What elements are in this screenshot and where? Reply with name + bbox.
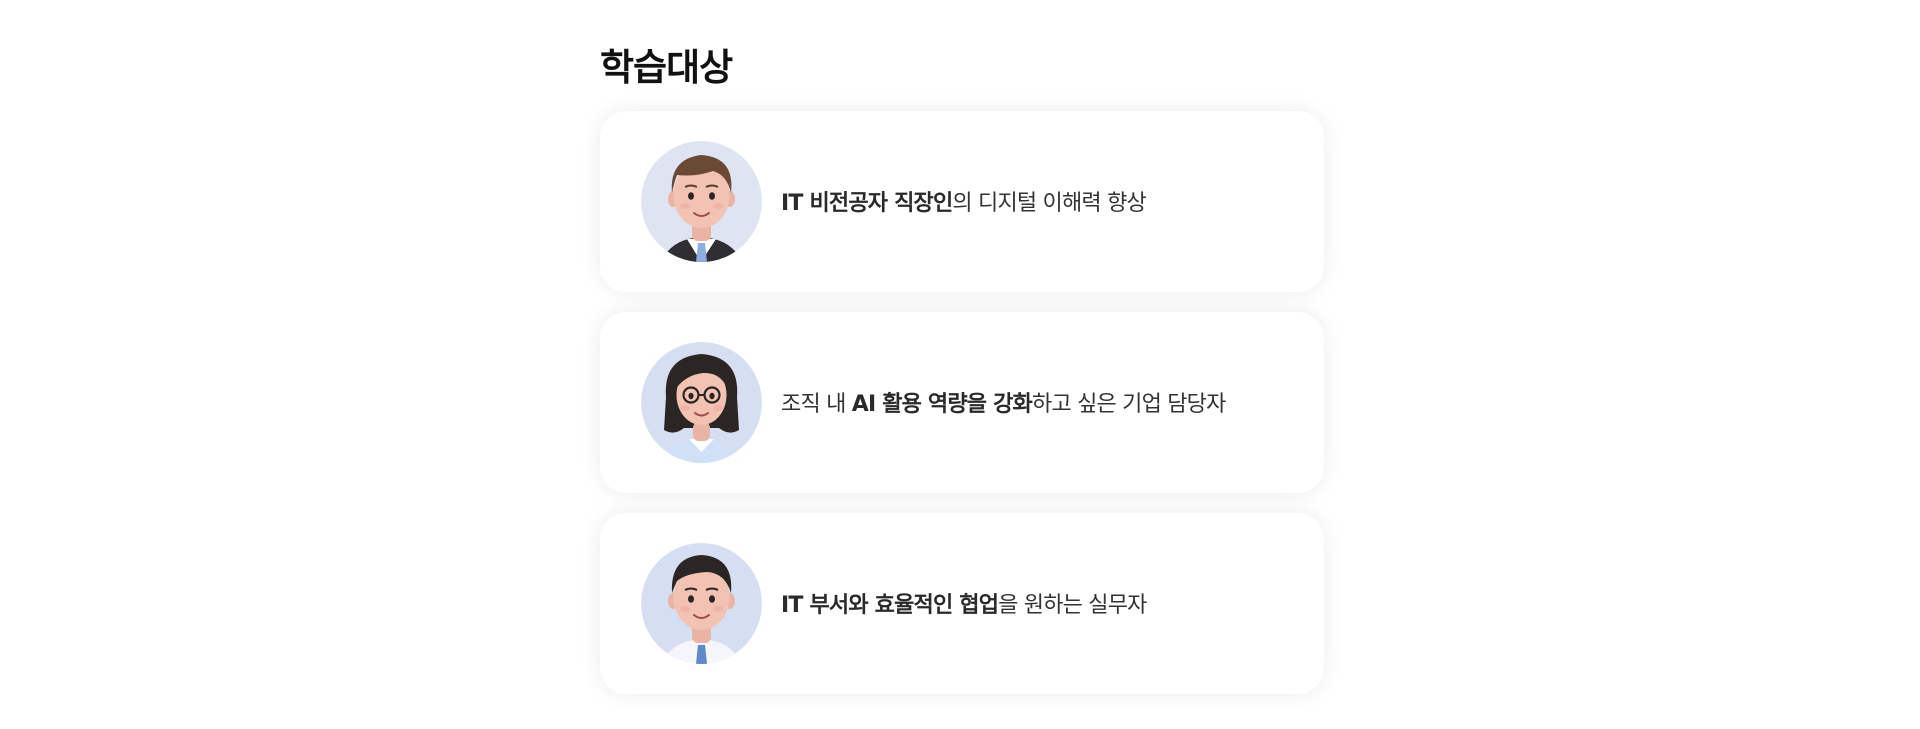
target-card-2: 조직 내 AI 활용 역량을 강화하고 싶은 기업 담당자 <box>600 311 1324 493</box>
man-in-suit-avatar <box>641 140 762 262</box>
target-text-2-bold: AI 활용 역량을 강화 <box>851 392 1033 418</box>
target-text-3-post: 을 원하는 실무자 <box>998 593 1147 619</box>
target-text-1-post: 의 디지털 이해력 향상 <box>952 191 1146 217</box>
young-man-avatar <box>641 542 762 664</box>
target-text-3: IT 부서와 효율적인 협업을 원하는 실무자 <box>781 587 1147 619</box>
woman-with-glasses-avatar <box>641 341 762 463</box>
learning-target-section: 학습대상 IT 비전공자 직장인의 디지털 이해력 향상 조직 내 AI 활용 … <box>600 46 1324 714</box>
section-title: 학습대상 <box>600 46 733 89</box>
target-text-3-bold: IT 부서와 효율적인 협업 <box>781 593 999 619</box>
target-text-1-bold: IT 비전공자 직장인 <box>781 191 953 217</box>
target-card-3: IT 부서와 효율적인 협업을 원하는 실무자 <box>600 512 1324 694</box>
target-text-2: 조직 내 AI 활용 역량을 강화하고 싶은 기업 담당자 <box>781 386 1226 418</box>
target-text-1: IT 비전공자 직장인의 디지털 이해력 향상 <box>781 185 1147 217</box>
target-text-2-post: 하고 싶은 기업 담당자 <box>1032 392 1226 418</box>
target-card-1: IT 비전공자 직장인의 디지털 이해력 향상 <box>600 110 1324 292</box>
target-text-2-pre: 조직 내 <box>781 392 852 418</box>
